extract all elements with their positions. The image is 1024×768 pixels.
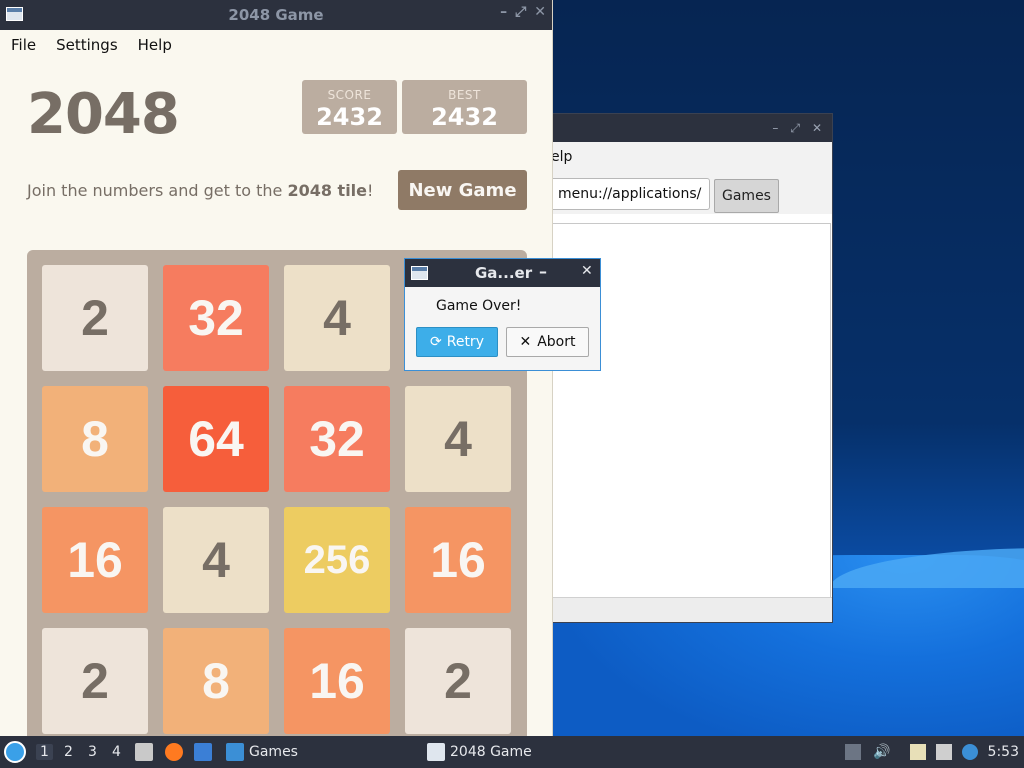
workspace-3[interactable]: 3 bbox=[88, 744, 97, 760]
clipboard-icon[interactable] bbox=[910, 744, 926, 760]
firefox-icon[interactable] bbox=[165, 743, 183, 761]
folder-icon bbox=[226, 743, 244, 761]
tile: 256 bbox=[284, 507, 390, 613]
workspace-4[interactable]: 4 bbox=[112, 744, 121, 760]
dialog-title: Ga...er bbox=[475, 264, 533, 282]
tile: 16 bbox=[405, 507, 511, 613]
eject-icon[interactable] bbox=[845, 744, 861, 760]
best-label: BEST bbox=[448, 88, 481, 102]
score-label: SCORE bbox=[327, 88, 372, 102]
close-icon[interactable]: ✕ bbox=[581, 263, 593, 279]
tile: 16 bbox=[42, 507, 148, 613]
close-icon: ✕ bbox=[519, 334, 532, 350]
path-bar[interactable]: menu://applications/ bbox=[549, 178, 710, 210]
file-manager-menubar: elp bbox=[521, 142, 832, 172]
game-title: 2048 bbox=[27, 82, 180, 147]
volume-icon[interactable]: 🔊 bbox=[873, 744, 890, 760]
task-games[interactable]: Games bbox=[249, 744, 298, 760]
game-over-dialog: Ga...er – ✕ Game Over! ⟳ Retry ✕ Abort bbox=[404, 258, 601, 371]
window-title: 2048 Game bbox=[228, 6, 324, 24]
network-icon[interactable] bbox=[936, 744, 952, 760]
maximize-icon[interactable]: ⤢ bbox=[515, 4, 526, 20]
start-menu-icon[interactable] bbox=[4, 741, 26, 763]
retry-label: Retry bbox=[446, 334, 484, 350]
tile: 2 bbox=[42, 265, 148, 371]
workspace-2[interactable]: 2 bbox=[64, 744, 73, 760]
menu-file[interactable]: File bbox=[11, 36, 36, 54]
tile: 4 bbox=[284, 265, 390, 371]
intro-text: Join the numbers and get to the 2048 til… bbox=[27, 181, 373, 200]
menu-settings[interactable]: Settings bbox=[56, 36, 118, 54]
intro-suffix: ! bbox=[367, 181, 374, 200]
tile: 8 bbox=[42, 386, 148, 492]
score-box: SCORE 2432 bbox=[302, 80, 397, 134]
tile: 2 bbox=[405, 628, 511, 734]
games-path-button[interactable]: Games bbox=[714, 179, 779, 213]
file-manager-titlebar: – ⤢ ✕ bbox=[521, 114, 832, 142]
refresh-icon: ⟳ bbox=[430, 334, 442, 350]
tile: 4 bbox=[405, 386, 511, 492]
close-icon[interactable]: ✕ bbox=[812, 121, 822, 135]
tile: 16 bbox=[284, 628, 390, 734]
best-value: 2432 bbox=[431, 103, 498, 131]
window-icon bbox=[411, 266, 428, 280]
abort-button[interactable]: ✕ Abort bbox=[506, 327, 589, 357]
intro-prefix: Join the numbers and get to the bbox=[27, 181, 288, 200]
menu-help[interactable]: elp bbox=[551, 149, 572, 165]
retry-button[interactable]: ⟳ Retry bbox=[416, 327, 498, 357]
menubar: File Settings Help bbox=[0, 30, 552, 60]
tile: 4 bbox=[163, 507, 269, 613]
tile: 32 bbox=[284, 386, 390, 492]
close-icon[interactable]: ✕ bbox=[534, 4, 546, 20]
workspace-1[interactable]: 1 bbox=[36, 744, 53, 760]
tile: 8 bbox=[163, 628, 269, 734]
minimize-icon[interactable]: – bbox=[500, 4, 507, 20]
dialog-titlebar[interactable]: Ga...er – ✕ bbox=[405, 259, 600, 287]
game-window-titlebar[interactable]: 2048 Game – ⤢ ✕ bbox=[0, 0, 552, 30]
status-bar bbox=[521, 597, 832, 622]
notification-icon[interactable] bbox=[962, 744, 978, 760]
dialog-message: Game Over! bbox=[436, 298, 522, 314]
minimize-icon[interactable]: – bbox=[539, 262, 547, 281]
score-value: 2432 bbox=[316, 103, 383, 131]
task-2048-game[interactable]: 2048 Game bbox=[450, 744, 532, 760]
new-game-button[interactable]: New Game bbox=[398, 170, 527, 210]
clock[interactable]: 5:53 bbox=[988, 744, 1019, 760]
menu-help[interactable]: Help bbox=[138, 36, 172, 54]
tile: 2 bbox=[42, 628, 148, 734]
terminal-icon[interactable] bbox=[194, 743, 212, 761]
abort-label: Abort bbox=[537, 334, 576, 350]
file-manager-launcher-icon[interactable] bbox=[135, 743, 153, 761]
file-manager-toolbar: menu://applications/ Games bbox=[521, 172, 832, 214]
taskbar: 1 2 3 4 Games 2048 Game 🔊 5:53 bbox=[0, 736, 1024, 768]
maximize-icon[interactable]: ⤢ bbox=[790, 121, 800, 136]
window-icon bbox=[427, 743, 445, 761]
tile: 32 bbox=[163, 265, 269, 371]
intro-bold: 2048 tile bbox=[287, 181, 368, 200]
minimize-icon[interactable]: – bbox=[772, 121, 778, 135]
desktop-wallpaper-highlight bbox=[830, 548, 1024, 588]
best-box: BEST 2432 bbox=[402, 80, 527, 134]
tile: 64 bbox=[163, 386, 269, 492]
